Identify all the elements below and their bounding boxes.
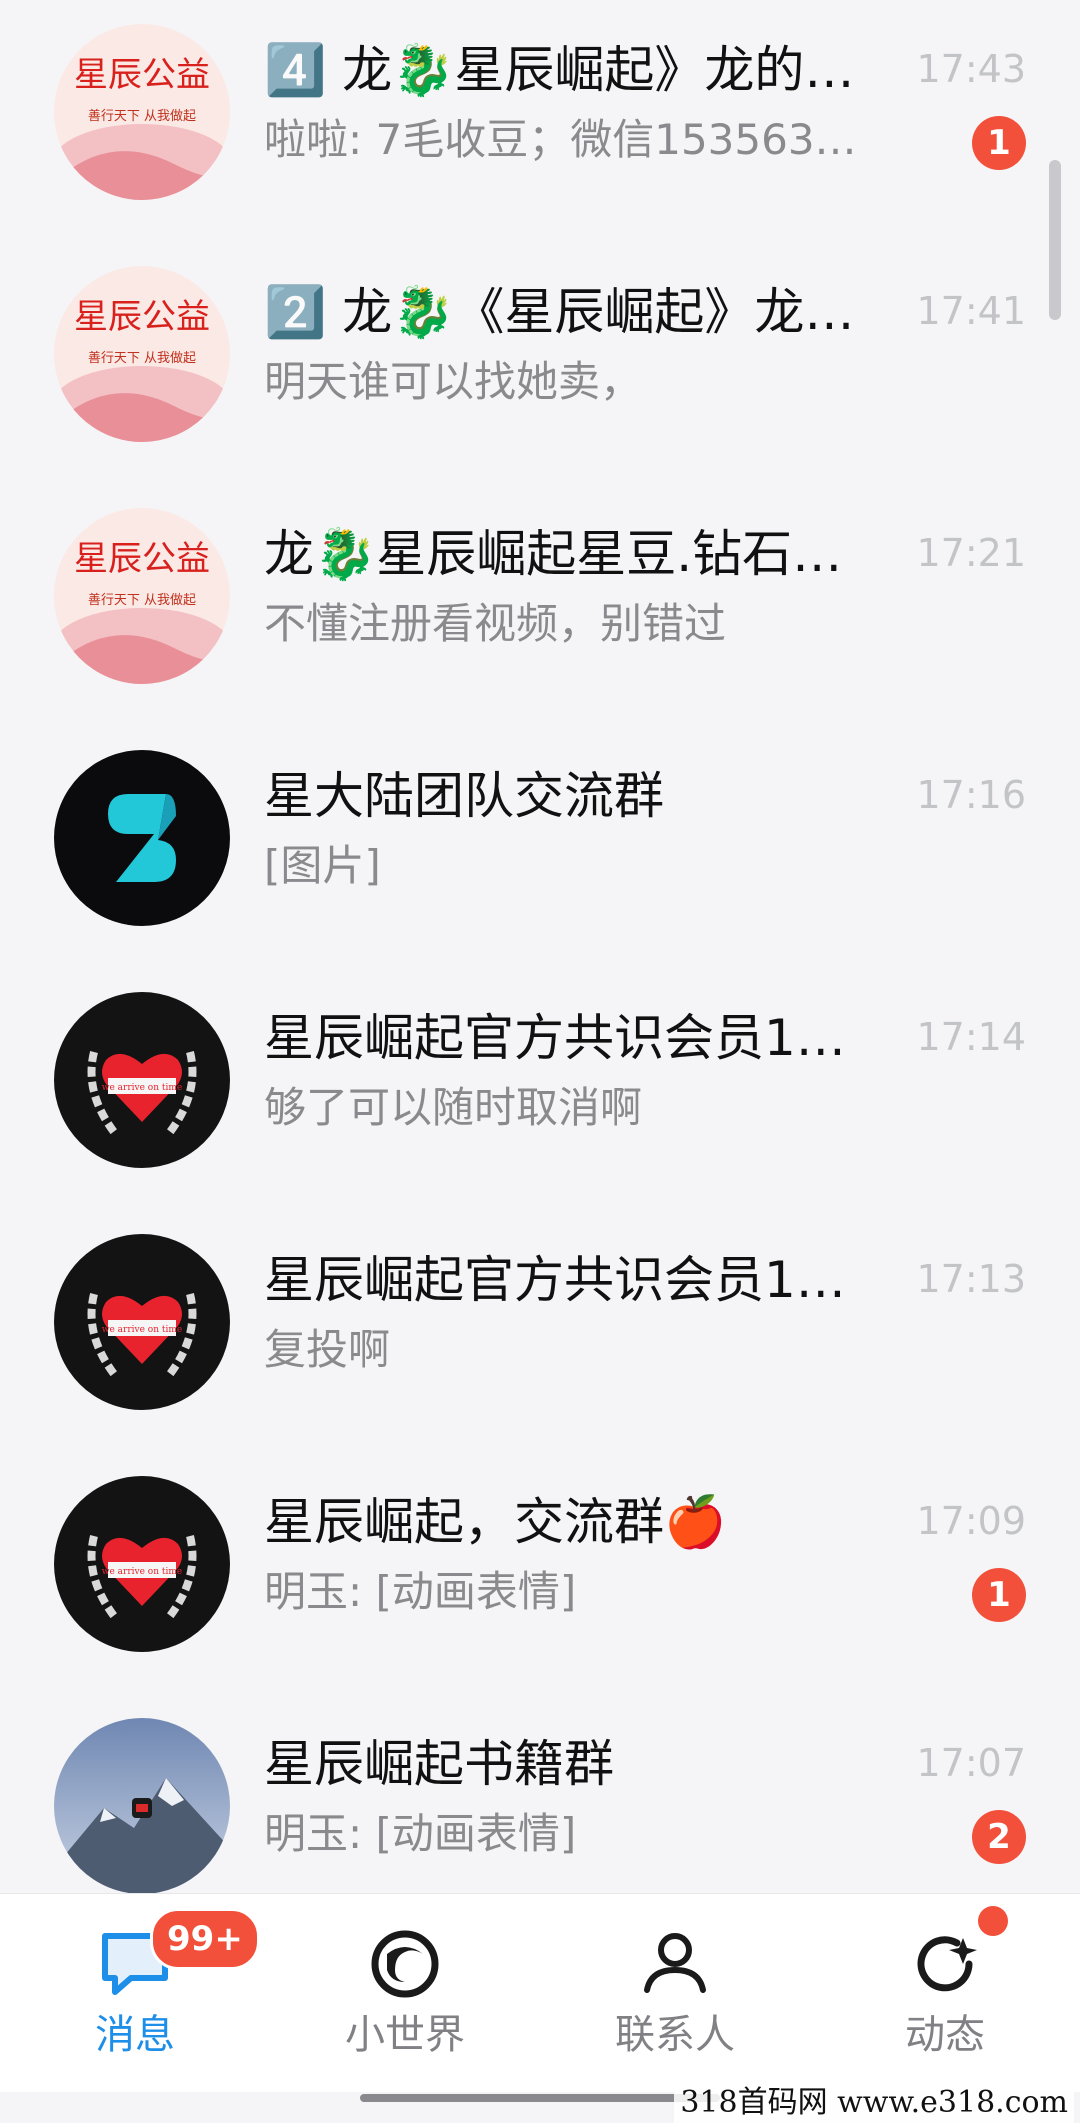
moments-icon [917,1936,977,1992]
conversation-preview: 啦啦: 7毛收豆；微信153563… [264,115,857,164]
conversation-row[interactable]: 星辰公益 善行天下 从我做起 龙🐉星辰崛起星豆.钻石… 不懂注册看视频，别错过 … [0,484,1080,726]
avatar-text: we arrive on time [102,1567,182,1577]
group-avatar: 星辰公益 善行天下 从我做起 [54,266,230,442]
tab-moments[interactable]: 动态 [810,1894,1080,2092]
conversation-title: 2️⃣ 龙🐉《星辰崛起》龙… [264,283,855,341]
notification-dot [978,1906,1008,1936]
bottom-tab-bar: 99+ 消息 小世界 联系人 动态 [0,1893,1080,2092]
conversation-time: 17:21 [916,531,1026,575]
avatar-subtitle: 善行天下 从我做起 [88,592,196,608]
unread-badge: 1 [972,1568,1026,1622]
tab-label: 消息 [95,2012,175,2058]
tab-small-world[interactable]: 小世界 [270,1894,540,2092]
conversation-preview: [图片] [264,841,381,890]
avatar-subtitle: 善行天下 从我做起 [88,108,196,124]
avatar-text: we arrive on time [102,1325,182,1335]
tab-messages[interactable]: 99+ 消息 [0,1894,270,2092]
world-icon [371,1930,439,1998]
conversation-time: 17:41 [916,289,1026,333]
watermark: 318首码网 www.e318.com [674,2083,1074,2123]
conversation-row[interactable]: 星辰公益 善行天下 从我做起 4️⃣ 龙🐉星辰崛起》龙的… 啦啦: 7毛收豆；微… [0,0,1080,242]
group-avatar: 星辰公益 善行天下 从我做起 [54,508,230,684]
conversation-row[interactable]: 星辰公益 善行天下 从我做起 2️⃣ 龙🐉《星辰崛起》龙… 明天谁可以找她卖， … [0,242,1080,484]
conversation-time: 17:07 [916,1741,1026,1785]
conversation-preview: 明玉: [动画表情] [264,1809,577,1858]
conversation-title: 星辰崛起官方共识会员1… [264,1251,846,1309]
conversation-row[interactable]: we arrive on time 星辰崛起，交流群🍎 明玉: [动画表情] 1… [0,1452,1080,1694]
tab-label: 小世界 [345,2012,465,2058]
avatar-text: we arrive on time [102,1083,182,1093]
conversation-preview: 明玉: [动画表情] [264,1567,577,1616]
group-avatar: we arrive on time [54,1476,230,1652]
conversation-time: 17:14 [916,1015,1026,1059]
conversation-title: 星大陆团队交流群 [264,767,664,825]
group-avatar: we arrive on time [54,1234,230,1410]
conversation-time: 17:16 [916,773,1026,817]
conversation-row[interactable]: 星大陆团队交流群 [图片] 17:16 [0,726,1080,968]
conversation-preview: 够了可以随时取消啊 [264,1083,643,1132]
conversation-title: 星辰崛起官方共识会员1… [264,1009,846,1067]
avatar-title: 星辰公益 [74,539,210,579]
group-avatar [54,1718,230,1893]
conversation-time: 17:13 [916,1257,1026,1301]
conversation-title: 龙🐉星辰崛起星豆.钻石… [264,525,843,583]
unread-badge: 2 [972,1810,1026,1864]
avatar-title: 星辰公益 [74,55,210,95]
conversation-preview: 不懂注册看视频，别错过 [264,599,727,648]
conversation-title: 星辰崛起，交流群🍎 [264,1493,727,1551]
group-avatar [54,750,230,926]
conversation-title: 4️⃣ 龙🐉星辰崛起》龙的… [264,41,855,99]
tab-contacts[interactable]: 联系人 [540,1894,810,2092]
conversation-title: 星辰崛起书籍群 [264,1735,614,1793]
conversation-preview: 明天谁可以找她卖， [264,357,643,406]
scrollbar[interactable] [1049,160,1061,320]
group-avatar: 星辰公益 善行天下 从我做起 [54,24,230,200]
avatar-subtitle: 善行天下 从我做起 [88,350,196,366]
tab-label: 动态 [905,2012,985,2058]
home-indicator[interactable] [360,2094,720,2102]
group-avatar: we arrive on time [54,992,230,1168]
conversation-time: 17:43 [916,47,1026,91]
conversation-preview: 复投啊 [264,1325,391,1374]
conversation-row[interactable]: 星辰崛起书籍群 明玉: [动画表情] 17:07 2 [0,1694,1080,1893]
conversation-row[interactable]: we arrive on time 星辰崛起官方共识会员1… 复投啊 17:13 [0,1210,1080,1452]
unread-badge: 1 [972,116,1026,170]
avatar-title: 星辰公益 [74,297,210,337]
conversation-row[interactable]: we arrive on time 星辰崛起官方共识会员1… 够了可以随时取消啊… [0,968,1080,1210]
conversation-time: 17:09 [916,1499,1026,1543]
conversation-list[interactable]: 星辰公益 善行天下 从我做起 4️⃣ 龙🐉星辰崛起》龙的… 啦啦: 7毛收豆；微… [0,0,1080,1893]
tab-label: 联系人 [615,2012,735,2058]
contacts-icon [644,1933,706,1993]
tab-badge: 99+ [150,1908,260,1970]
